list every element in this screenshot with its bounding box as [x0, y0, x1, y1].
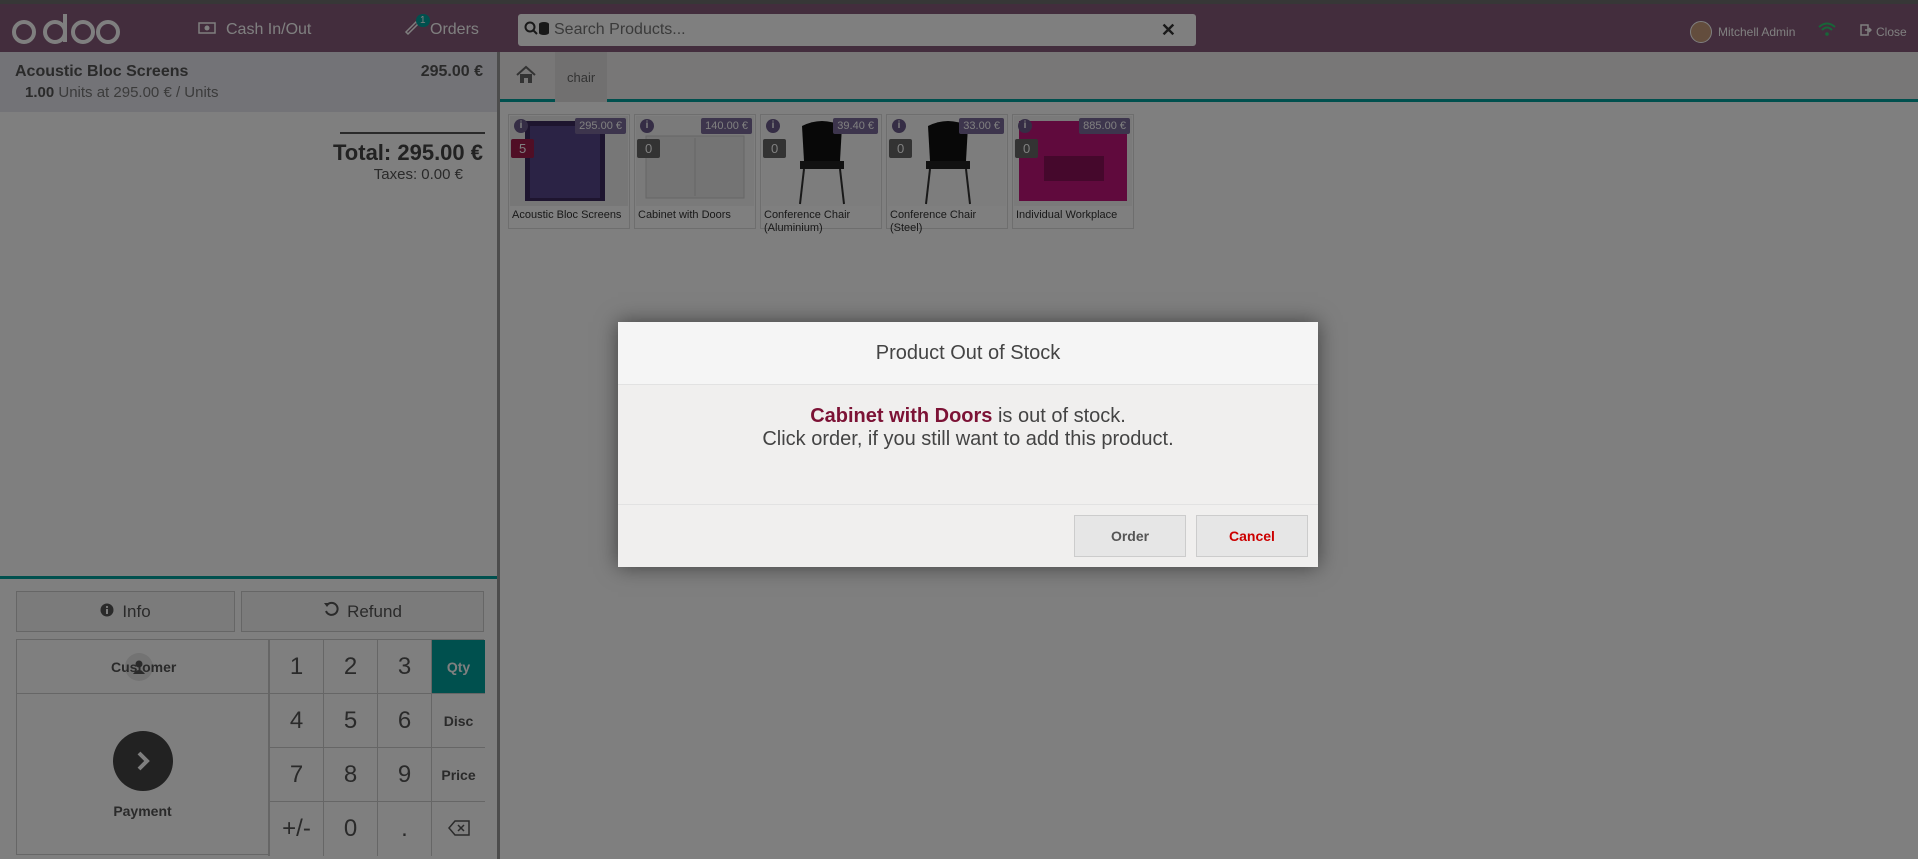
dialog-product-name: Cabinet with Doors: [810, 405, 993, 427]
dialog-body: Cabinet with Doors is out of stock. Clic…: [618, 385, 1318, 505]
dialog-message-suffix: is out of stock.: [992, 405, 1126, 427]
order-button[interactable]: Order: [1074, 515, 1186, 557]
dialog-message-line2: Click order, if you still want to add th…: [762, 428, 1174, 450]
out-of-stock-dialog: Product Out of Stock Cabinet with Doors …: [618, 322, 1318, 567]
dialog-footer: Order Cancel: [618, 505, 1318, 567]
dialog-message-line1: Cabinet with Doors is out of stock.: [618, 405, 1318, 428]
modal-backdrop[interactable]: Product Out of Stock Cabinet with Doors …: [0, 0, 1918, 859]
dialog-title: Product Out of Stock: [618, 322, 1318, 385]
cancel-button[interactable]: Cancel: [1196, 515, 1308, 557]
